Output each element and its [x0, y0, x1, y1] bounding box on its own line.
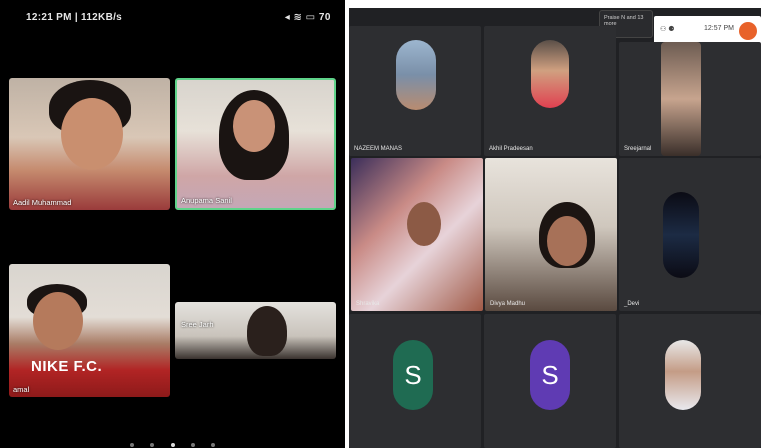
- page-dot[interactable]: [190, 443, 195, 447]
- participant-video: [661, 42, 701, 156]
- page-dot[interactable]: [129, 443, 134, 447]
- shirt-text: NIKE F.C.: [31, 358, 103, 375]
- page-dot[interactable]: [211, 443, 216, 447]
- clock: 12:57 PM: [704, 25, 734, 32]
- signal-icon: ◂ ≋ ▭: [284, 12, 316, 23]
- participant-initial-avatar: S: [530, 340, 570, 410]
- page-indicator[interactable]: [0, 434, 345, 448]
- video-tile-anupama[interactable]: Anupama Sanil: [175, 78, 336, 210]
- battery-level: ◂ ≋ ▭ 70: [284, 12, 331, 23]
- video-tile-aadil[interactable]: Aadil Muhammad: [9, 78, 170, 210]
- meet-tile-akhil[interactable]: Akhil Pradeesan: [484, 26, 616, 156]
- participant-name: Divya Madhu: [490, 301, 526, 307]
- meet-tile-s-green[interactable]: S: [349, 314, 481, 448]
- participant-initial-avatar: S: [393, 340, 433, 410]
- meet-tile-divya[interactable]: Divya Madhu: [485, 158, 617, 311]
- page-dot-active[interactable]: [170, 443, 175, 447]
- participant-face: [407, 202, 441, 246]
- participant-avatar: [396, 40, 436, 110]
- participant-silhouette: [247, 306, 287, 356]
- participant-face: [61, 98, 123, 170]
- people-icon[interactable]: ⚇ ⚈: [660, 25, 675, 33]
- participant-name: Sree Jarh: [181, 320, 214, 329]
- participant-avatar: [531, 40, 569, 108]
- participant-face: [33, 292, 83, 350]
- status-time-speed: 12:21 PM | 112KB/s: [26, 12, 123, 23]
- meet-tile-devi[interactable]: _Devi: [619, 158, 761, 311]
- participant-name: Sreejarnal: [624, 146, 652, 152]
- participant-face: [547, 216, 587, 266]
- meet-tile-nazeem[interactable]: NAZEEM MANAS: [349, 26, 481, 156]
- participant-avatar: [665, 340, 701, 410]
- meet-tile-sreejarnal[interactable]: Sreejarnal: [619, 42, 761, 156]
- meet-tile-photo[interactable]: [619, 314, 761, 448]
- participant-avatar: [663, 192, 699, 278]
- participant-name: Aadil Muhammad: [13, 198, 72, 207]
- participant-name: _Devi: [624, 301, 640, 307]
- participant-name: NAZEEM MANAS: [354, 146, 403, 152]
- video-tile-sree[interactable]: Sree Jarh: [175, 302, 336, 359]
- status-bar: 12:21 PM | 112KB/s ◂ ≋ ▭ 70: [0, 0, 345, 34]
- participant-face: [233, 100, 275, 152]
- meet-tile-shravika[interactable]: Shravika: [351, 158, 483, 311]
- record-icon[interactable]: [739, 22, 757, 40]
- participant-name: Akhil Pradeesan: [489, 146, 533, 152]
- participant-name: Anupama Sanil: [181, 196, 232, 205]
- video-tile-amal[interactable]: NIKE F.C. amal: [9, 264, 170, 397]
- phone-call-panel: 12:21 PM | 112KB/s ◂ ≋ ▭ 70 Aadil Muhamm…: [0, 0, 345, 448]
- meet-tile-s-purple[interactable]: S: [484, 314, 616, 448]
- participant-name: amal: [13, 385, 30, 394]
- participant-name: Shravika: [356, 301, 380, 307]
- page-dot[interactable]: [150, 443, 155, 447]
- meet-grid-panel: Praise N and 13 more ⚇ ⚈ 12:57 PM NAZEEM…: [349, 8, 761, 448]
